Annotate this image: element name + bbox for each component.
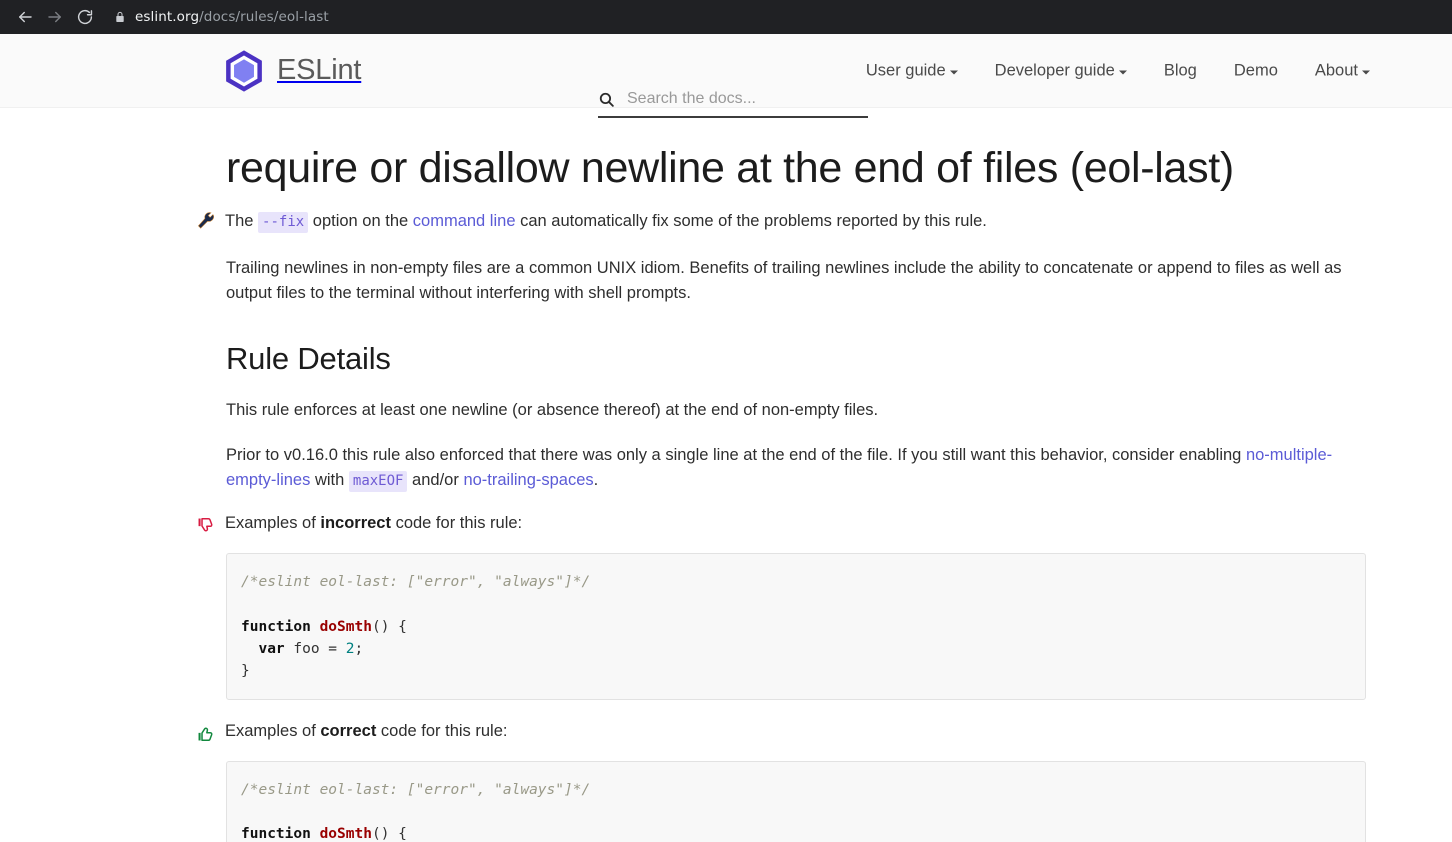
code-var-end: ; [354, 640, 364, 657]
site-header: ESLint User guide Developer guide Blog D… [0, 34, 1452, 118]
nav-item-developer-guide[interactable]: Developer guide [995, 61, 1127, 80]
forward-button[interactable] [40, 2, 70, 32]
reload-button[interactable] [70, 2, 100, 32]
code-keyword-function: function [241, 826, 311, 842]
main-navigation: User guide Developer guide Blog Demo Abo… [866, 61, 1370, 80]
thumbs-up-icon [196, 722, 218, 748]
prior-part2: with [310, 470, 349, 489]
nav-label: User guide [865, 61, 946, 79]
chevron-down-icon [1362, 70, 1370, 75]
inline-code-maxeof: maxEOF [348, 470, 408, 492]
url-path: /docs/rules/eol-last [199, 9, 329, 25]
examples-emphasis: incorrect [320, 514, 391, 533]
nav-item-demo[interactable]: Demo [1234, 61, 1278, 80]
browser-toolbar: eslint.org/docs/rules/eol-last [0, 0, 1452, 34]
code-function-name: doSmth [319, 618, 372, 635]
lock-icon [114, 10, 126, 24]
site-logo-text: ESLint [277, 54, 362, 86]
code-close-brace: } [241, 662, 250, 679]
section-title-rule-details: Rule Details [226, 340, 391, 376]
url-host: eslint.org [135, 9, 200, 25]
code-var-rest: foo = [284, 640, 346, 657]
back-button[interactable] [10, 2, 40, 32]
nav-label: Demo [1233, 61, 1278, 79]
code-fn-rest: () { [371, 826, 407, 842]
reload-icon [76, 8, 94, 26]
eslint-hexagon-logo-icon [222, 49, 266, 93]
documentation-article: require or disallow newline at the end o… [197, 144, 1366, 842]
address-bar[interactable]: eslint.org/docs/rules/eol-last [114, 9, 329, 25]
correct-examples-heading: Examples of correct code for this rule: [196, 722, 1366, 748]
prior-version-paragraph: Prior to v0.16.0 this rule also enforced… [226, 443, 1366, 492]
examples-emphasis: correct [320, 722, 377, 741]
code-comment: /*eslint eol-last: ["error", "always"]*/ [241, 574, 591, 591]
page-content: require or disallow newline at the end o… [0, 144, 1452, 842]
nav-label: Developer guide [994, 61, 1115, 79]
search-input[interactable] [627, 90, 868, 108]
nav-item-user-guide[interactable]: User guide [866, 61, 958, 80]
chevron-down-icon [949, 70, 958, 75]
arrow-left-icon [16, 8, 34, 26]
incorrect-code-block: /*eslint eol-last: ["error", "always"]*/… [226, 553, 1366, 701]
correct-code-block: /*eslint eol-last: ["error", "always"]*/… [226, 761, 1366, 842]
intro-paragraph: Trailing newlines in non-empty files are… [226, 259, 1342, 302]
arrow-right-icon [46, 8, 64, 26]
nav-item-about[interactable]: About [1315, 61, 1370, 80]
url-text: eslint.org/docs/rules/eol-last [135, 9, 329, 25]
code-keyword-var: var [241, 640, 285, 657]
code-number: 2 [345, 640, 355, 657]
thumbs-down-icon [196, 514, 218, 540]
nav-label: Blog [1163, 61, 1197, 79]
notice-suffix: can automatically fix some of the proble… [515, 212, 987, 231]
code-comment: /*eslint eol-last: ["error", "always"]*/ [241, 782, 591, 799]
incorrect-examples-text: Examples of incorrect code for this rule… [225, 514, 522, 533]
command-line-link[interactable]: command line [413, 212, 516, 230]
wrench-icon [196, 210, 218, 235]
incorrect-examples-heading: Examples of incorrect code for this rule… [196, 514, 1366, 540]
prior-part1: Prior to v0.16.0 this rule also enforced… [226, 446, 1246, 465]
site-logo-link[interactable]: ESLint [222, 49, 361, 93]
examples-suffix: code for this rule: [376, 722, 508, 741]
examples-prefix: Examples of [225, 722, 321, 741]
code-keyword-function: function [241, 618, 311, 635]
search-icon [598, 91, 615, 108]
search-box[interactable] [598, 90, 868, 118]
fixable-notice: The --fix option on the command line can… [196, 210, 1366, 235]
no-trailing-spaces-link[interactable]: no-trailing-spaces [463, 471, 593, 489]
nav-label: About [1314, 61, 1358, 79]
notice-prefix: The [225, 212, 259, 231]
prior-part4: . [593, 470, 599, 489]
code-function-name: doSmth [319, 826, 372, 842]
code-fn-rest: () { [371, 618, 407, 635]
page-title: require or disallow newline at the end o… [226, 144, 1234, 192]
prior-part3: and/or [407, 470, 464, 489]
fixable-notice-text: The --fix option on the command line can… [225, 210, 987, 234]
examples-prefix: Examples of [225, 514, 321, 533]
inline-code-fix: --fix [258, 212, 309, 234]
notice-mid: option on the [308, 212, 413, 231]
examples-suffix: code for this rule: [390, 514, 523, 533]
correct-examples-text: Examples of correct code for this rule: [225, 722, 507, 741]
chevron-down-icon [1118, 70, 1127, 75]
rule-paragraph: This rule enforces at least one newline … [226, 400, 879, 419]
nav-item-blog[interactable]: Blog [1164, 61, 1197, 80]
